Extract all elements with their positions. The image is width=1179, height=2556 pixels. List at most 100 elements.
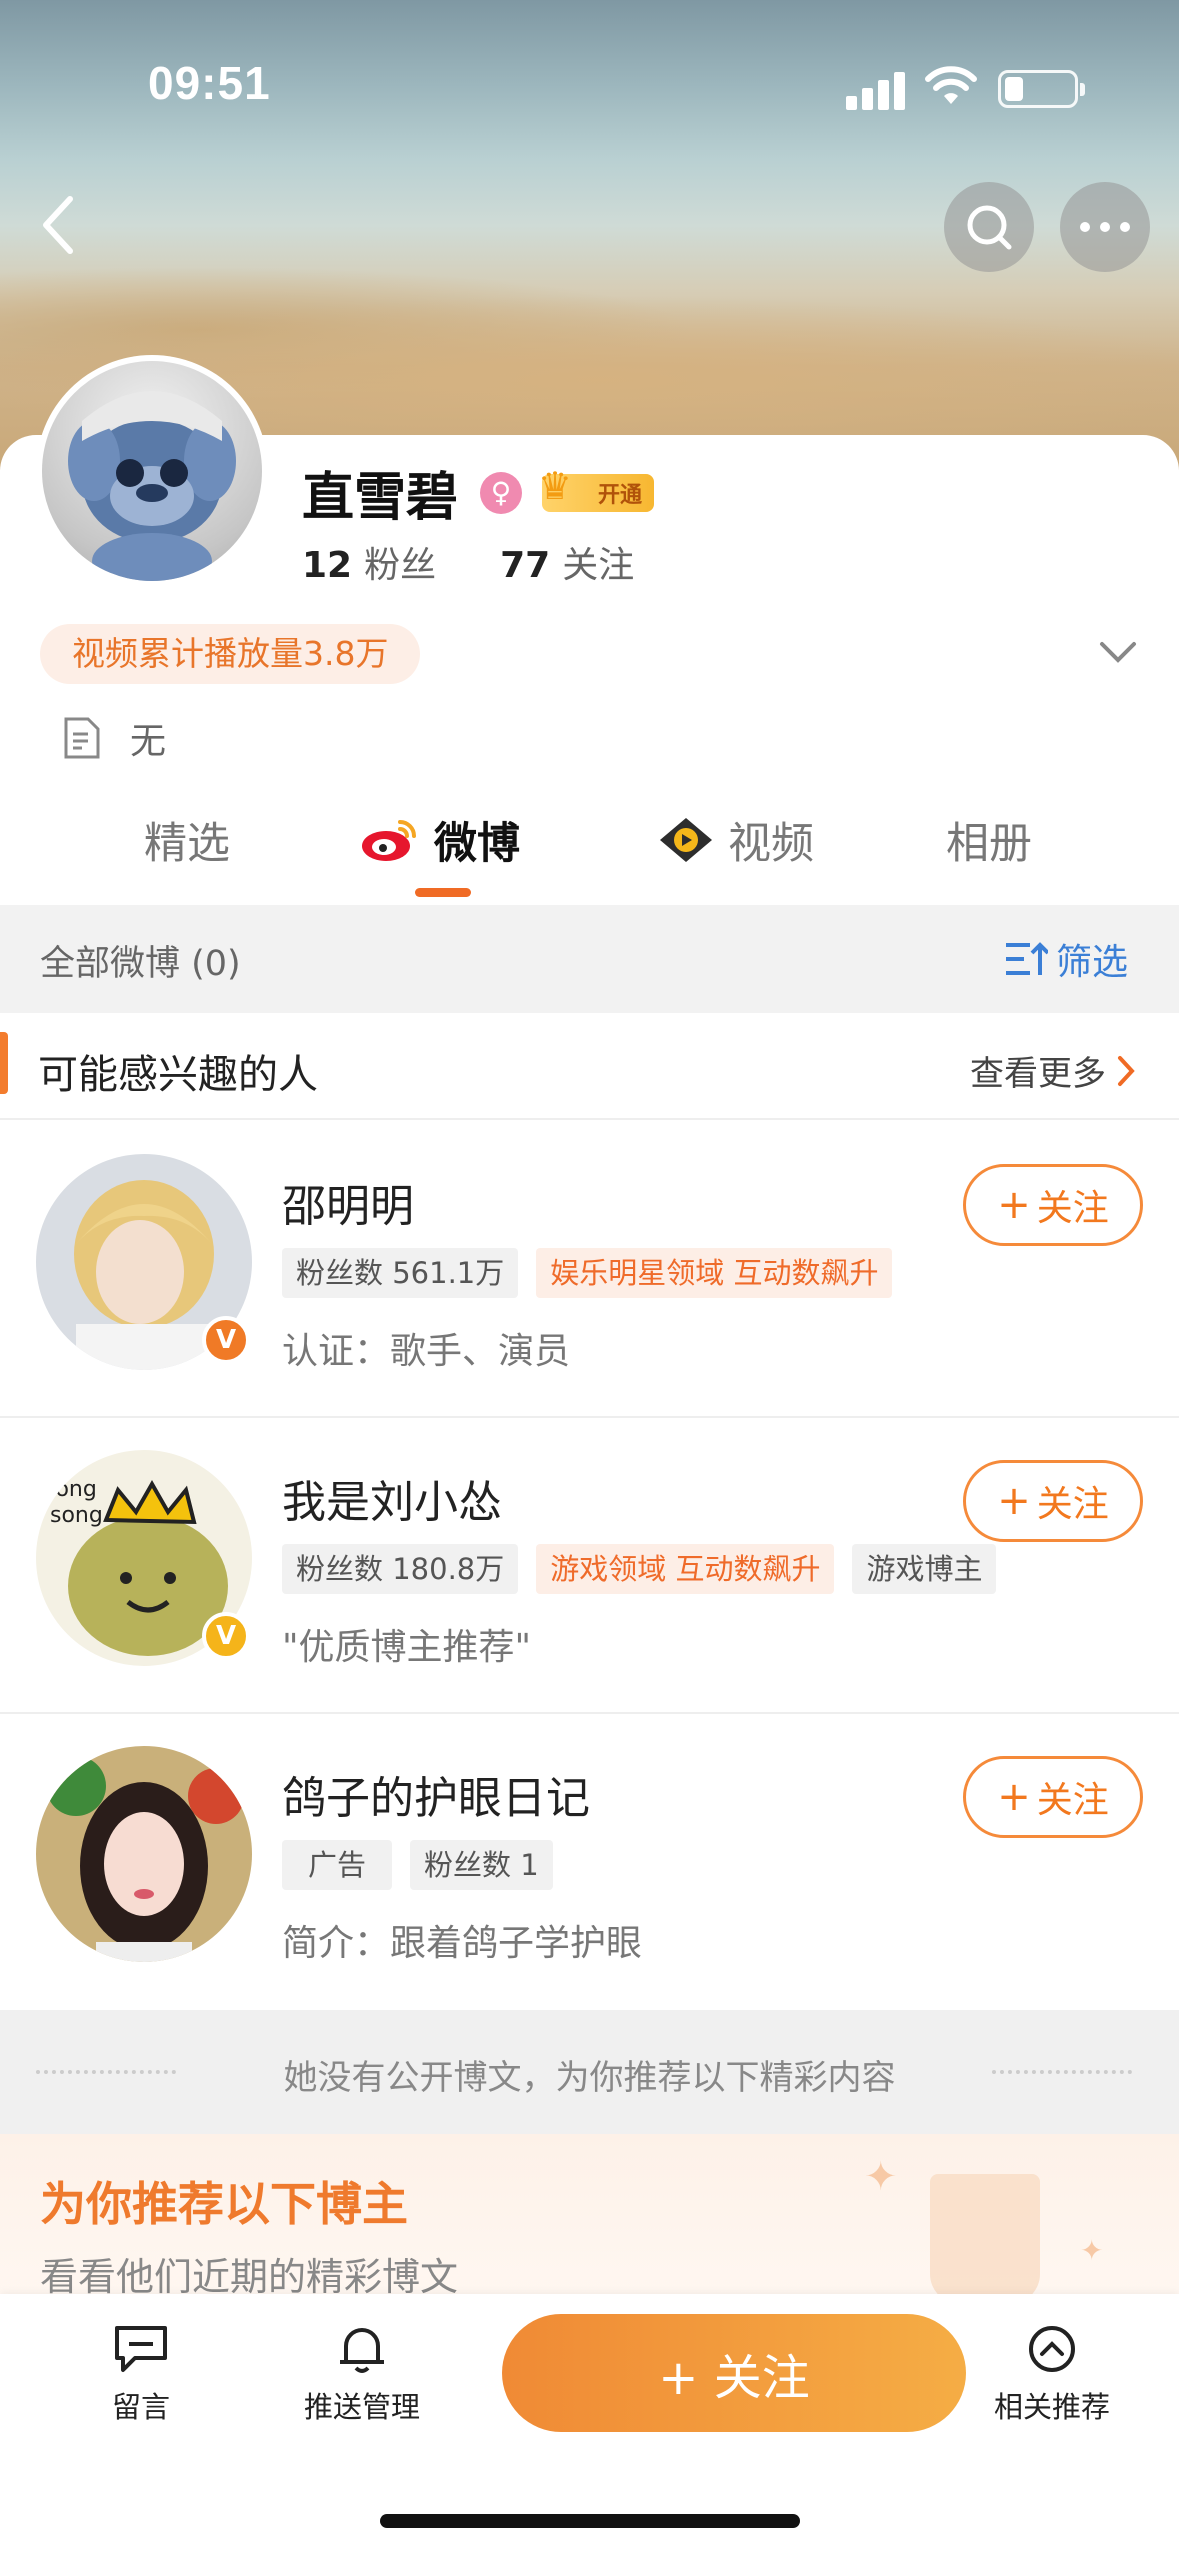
user-tags: 粉丝数 180.8万 游戏领域 互动数飙升 游戏博主 — [282, 1544, 1014, 1594]
battery-icon — [998, 70, 1085, 108]
follow-label: 关注 — [1036, 1188, 1109, 1229]
document-icon — [64, 717, 100, 759]
verified-badge-icon: V — [202, 1612, 250, 1660]
fans-count-tag: 粉丝数 561.1万 — [282, 1248, 519, 1298]
verified-badge-icon: V — [202, 1316, 250, 1364]
user-tags: 粉丝数 561.1万 娱乐明星领域 互动数飙升 — [282, 1248, 910, 1298]
suggested-user-card[interactable]: V 邵明明 粉丝数 561.1万 娱乐明星领域 互动数飙升 认证：歌手、演员 +… — [0, 1122, 1179, 1418]
tab-video[interactable]: 视频 — [656, 800, 814, 880]
category-tag: 游戏博主 — [852, 1544, 997, 1594]
follow-label: 关注 — [1036, 1780, 1109, 1821]
search-button[interactable] — [944, 182, 1034, 272]
user-name[interactable]: 我是刘小怂 — [282, 1466, 502, 1530]
more-dots-icon — [1080, 222, 1130, 232]
divider — [992, 2070, 1132, 2074]
profile-avatar[interactable] — [36, 355, 268, 587]
all-posts-label: 全部微博 (0) — [40, 944, 241, 984]
following-count: 77 — [500, 545, 551, 586]
plus-icon: + — [997, 1774, 1031, 1820]
follow-button[interactable]: + 关注 — [963, 1460, 1143, 1542]
suggestions-header: 可能感兴趣的人 查看更多 — [0, 1030, 1179, 1120]
sparkle-icon: ✦ — [1080, 2234, 1104, 2267]
fans-stat[interactable]: 12 粉丝 — [302, 536, 436, 588]
suggested-user-card[interactable]: 鸽子的护眼日记 广告 粉丝数 1 简介：跟着鸽子学护眼 + 关注 — [0, 1714, 1179, 2010]
status-time: 09:51 — [148, 57, 271, 109]
wifi-icon — [925, 66, 977, 104]
video-tab-icon — [660, 818, 712, 862]
home-indicator[interactable] — [380, 2514, 800, 2528]
recommend-title: 为你推荐以下博主 — [40, 2177, 408, 2231]
fans-count-tag: 粉丝数 1 — [410, 1840, 553, 1890]
plush-avatar-image — [68, 391, 236, 581]
tab-label: 微博 — [434, 819, 520, 869]
recommend-bloggers-section: 为你推荐以下博主 看看他们近期的精彩博文 ✦ ✦ — [0, 2134, 1179, 2294]
profile-stats: 12 粉丝 77 关注 — [302, 536, 634, 588]
crown-icon: ♛ — [538, 463, 573, 508]
related-label: 相关推荐 — [994, 2390, 1111, 2424]
suggested-user-card[interactable]: song song V 我是刘小怂 粉丝数 180.8万 游戏领域 互动数飙升 … — [0, 1418, 1179, 1714]
user-name[interactable]: 邵明明 — [282, 1170, 414, 1234]
tab-label: 视频 — [728, 819, 814, 869]
tab-weibo[interactable]: 微博 — [360, 800, 520, 880]
follow-button[interactable]: + 关注 — [963, 1164, 1143, 1246]
svg-text:song: song — [44, 1477, 97, 1502]
bell-icon — [340, 2328, 384, 2373]
sparkle-icon: ✦ — [864, 2154, 898, 2200]
follow-label: 关注 — [1036, 1484, 1109, 1525]
cellular-signal-icon — [846, 70, 906, 110]
user-description: 简介：跟着鸽子学护眼 — [282, 1923, 643, 1964]
see-more-label: 查看更多 — [970, 1054, 1106, 1094]
more-button[interactable] — [1060, 182, 1150, 272]
follow-main-button[interactable]: + 关注 — [502, 2314, 966, 2432]
filter-label: 筛选 — [1056, 942, 1129, 983]
tab-album[interactable]: 相册 — [946, 800, 1032, 880]
plus-icon: + — [997, 1478, 1031, 1524]
related-recommend-button[interactable]: 相关推荐 — [994, 2324, 1110, 2426]
tab-featured[interactable]: 精选 — [144, 800, 230, 880]
following-label: 关注 — [562, 545, 635, 586]
chevron-right-icon — [1118, 1055, 1135, 1086]
chevron-down-icon[interactable] — [1098, 640, 1138, 664]
svg-text:song: song — [50, 1503, 103, 1528]
chevron-left-icon — [43, 196, 73, 254]
filter-button[interactable]: 筛选 — [1004, 933, 1128, 985]
user-description: 认证：歌手、演员 — [282, 1331, 571, 1372]
ribbon-badge-icon — [930, 2174, 1040, 2294]
profile-username: 直雪碧 — [302, 468, 459, 528]
no-public-posts-notice: 她没有公开博文，为你推荐以下精彩内容 — [0, 2010, 1179, 2134]
fans-count-tag: 粉丝数 180.8万 — [282, 1544, 519, 1594]
status-bar: 09:51 — [0, 56, 1179, 116]
user-description: "优质博主推荐" — [282, 1627, 532, 1668]
tab-label: 相册 — [946, 819, 1032, 869]
tab-label: 精选 — [144, 819, 230, 869]
female-gender-icon: ♀ — [480, 471, 523, 514]
ad-tag: 广告 — [282, 1840, 393, 1890]
user-name[interactable]: 鸽子的护眼日记 — [282, 1762, 590, 1826]
plus-icon: + — [997, 1182, 1031, 1228]
user-tags: 广告 粉丝数 1 — [282, 1840, 571, 1890]
profile-bio: 无 — [62, 712, 166, 764]
see-more-link[interactable]: 查看更多 — [970, 1046, 1138, 1095]
comment-icon — [115, 2326, 167, 2372]
profile-tabs: 精选 微博 视频 相册 — [0, 800, 1179, 900]
user-avatar[interactable] — [36, 1746, 252, 1962]
recommend-subtitle: 看看他们近期的精彩博文 — [40, 2255, 459, 2294]
push-management-button[interactable]: 推送管理 — [304, 2324, 420, 2426]
domain-tag: 游戏领域 互动数飙升 — [536, 1544, 835, 1594]
domain-tag: 娱乐明星领域 互动数飙升 — [536, 1248, 893, 1298]
following-stat[interactable]: 77 关注 — [500, 536, 634, 588]
back-button[interactable] — [28, 190, 88, 260]
search-icon — [967, 205, 1012, 250]
section-accent-bar — [0, 1032, 8, 1094]
video-play-count-badge: 视频累计播放量3.8万 — [40, 624, 421, 684]
vip-open-badge[interactable]: ♛ 开通 — [538, 464, 655, 512]
suggestions-title: 可能感兴趣的人 — [38, 1052, 318, 1098]
profile-name-row: 直雪碧 ♀ ♛ 开通 — [302, 455, 655, 530]
avatar-photo-image — [36, 1746, 252, 1962]
message-label: 留言 — [112, 2390, 171, 2424]
push-label: 推送管理 — [304, 2390, 421, 2424]
message-button[interactable]: 留言 — [112, 2324, 170, 2426]
feed-filter-bar: 全部微博 (0) 筛选 — [0, 905, 1179, 1013]
no-public-posts-text: 她没有公开博文，为你推荐以下精彩内容 — [283, 2058, 896, 2098]
follow-button[interactable]: + 关注 — [963, 1756, 1143, 1838]
